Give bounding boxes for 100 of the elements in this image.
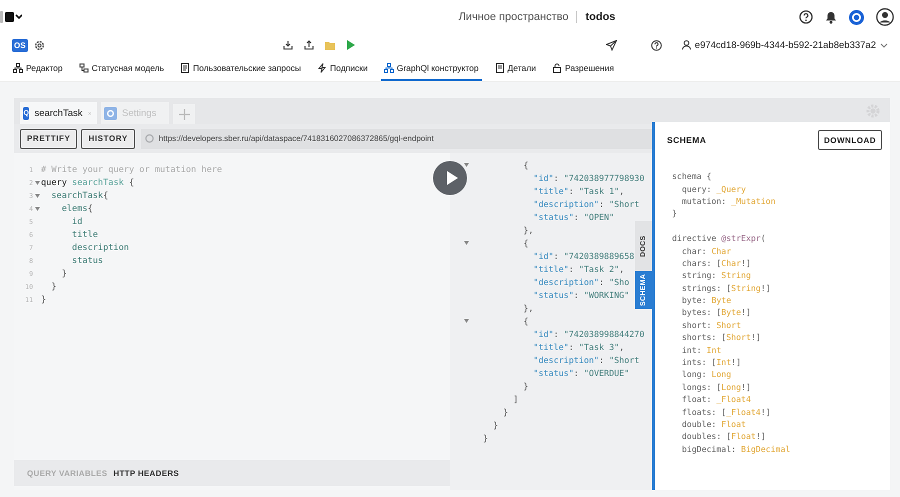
result-line: "description": "Short — [532, 354, 640, 364]
tab-label: searchTask — [34, 108, 83, 118]
result-line: "title": "Task 2", — [532, 264, 624, 274]
result-line: } — [522, 380, 528, 390]
nav-tab[interactable]: Статусная модель — [76, 56, 168, 81]
code-line: } — [50, 282, 57, 292]
schema-line: string: String — [680, 270, 751, 280]
hierarchy-icon — [384, 62, 394, 73]
hierarchy-icon — [13, 62, 23, 73]
workspace-link[interactable]: Личное пространство — [458, 11, 568, 24]
nav-tab[interactable]: Редактор — [10, 56, 66, 81]
schema-line: strings: [String!] — [680, 282, 771, 293]
url-field[interactable]: https://developers.sber.ru/api/dataspace/7418316027086372865/gql-endpoint — [140, 128, 652, 148]
bell-icon[interactable] — [825, 10, 837, 24]
schema-line: longs: [Long!] — [680, 382, 751, 392]
result-line: { — [522, 238, 528, 248]
result-line: "description": "Sho — [532, 276, 630, 286]
schema-line: doubles: [Float!] — [680, 431, 766, 442]
fold-arrow-icon[interactable] — [464, 162, 469, 166]
settings-icon — [104, 106, 117, 120]
schema-line: bytes: [Byte!] — [680, 307, 751, 318]
schema-line: byte: Byte — [680, 295, 732, 306]
schema-line: query: _Query — [680, 184, 746, 194]
result-line: "id": "742038998844270 — [532, 328, 644, 338]
schema-line: short: Short — [680, 320, 742, 330]
result-line: } — [502, 406, 508, 416]
code-line: } — [41, 294, 46, 304]
chevron-down-icon[interactable] — [880, 42, 888, 48]
code-line: searchTask{ — [50, 190, 108, 200]
fold-arrow-icon[interactable] — [34, 206, 40, 210]
avatar-icon[interactable] — [876, 8, 894, 26]
code-line: status — [71, 256, 104, 266]
code-line: description — [71, 242, 129, 252]
result-line: "id": "7420389889658 — [532, 250, 634, 260]
play-icon[interactable] — [346, 40, 355, 50]
help-icon[interactable] — [650, 40, 662, 51]
result-line: "status": "OVERDUE" — [532, 368, 630, 378]
toolbar-button[interactable]: PRETTIFY — [20, 128, 78, 148]
schema-line: schema { — [672, 171, 712, 182]
result-line: "status": "WORKING" — [532, 290, 630, 300]
toolbar-button[interactable]: HISTORY — [81, 128, 135, 148]
code-line: id — [71, 216, 82, 226]
code-line: elems{ — [60, 204, 93, 214]
app-logo-icon[interactable] — [0, 11, 22, 24]
result-line: } — [492, 420, 498, 430]
fold-arrow-icon[interactable] — [464, 240, 469, 244]
schema-line: mutation: _Mutation — [680, 196, 776, 206]
fold-arrow-icon[interactable] — [464, 318, 469, 322]
code-line: # Write your query or mutation here — [41, 164, 222, 174]
result-line: ] — [512, 394, 518, 404]
fold-arrow-icon[interactable] — [34, 180, 40, 184]
result-line: "description": "Short — [532, 198, 640, 208]
panel-title: SCHEMA — [667, 135, 706, 145]
user-icon — [682, 40, 691, 50]
schema-line: char: Char — [680, 246, 732, 256]
nav-tab[interactable]: GraphQl конструктор — [380, 56, 482, 81]
code-line: query searchTask { — [41, 178, 134, 188]
send-icon[interactable] — [606, 40, 617, 51]
schema-line: long: Long — [680, 369, 732, 380]
lock-icon — [552, 62, 562, 73]
result-line: "id": "742038977798930 — [532, 172, 644, 182]
result-line: } — [483, 432, 488, 442]
code-line: title — [71, 230, 98, 240]
schema-line: floats: [_Float4!] — [680, 406, 771, 417]
nav-tab[interactable]: Разрешения — [548, 56, 617, 81]
schema-line: } — [672, 208, 677, 218]
nav-tab[interactable]: Детали — [492, 56, 539, 81]
schema-line: float: _Float4 — [680, 394, 751, 404]
result-line: "title": "Task 1", — [532, 186, 624, 196]
nav-tab[interactable]: Пользовательские запросы — [177, 56, 304, 81]
document-icon — [180, 62, 190, 73]
lightning-icon — [317, 62, 328, 73]
schema-line: int: Int — [680, 344, 722, 355]
code-line: } — [60, 268, 67, 278]
schema-line: double: Float — [680, 419, 746, 429]
play-icon — [446, 171, 458, 185]
schema-line: bigDecimal: BigDecimal — [680, 444, 790, 454]
result-line: "status": "OPEN" — [532, 212, 614, 222]
schema-line: shorts: [Short!] — [680, 332, 761, 342]
nav-tab[interactable]: Подписки — [314, 56, 371, 81]
schema-line: directive @strExpr( — [672, 233, 766, 244]
schema-line: chars: [Char!] — [680, 258, 751, 268]
download-button[interactable]: DOWNLOAD — [818, 130, 882, 150]
spinner-icon — [144, 134, 154, 143]
plus-icon — [178, 108, 190, 120]
schema-line: ints: [Int!] — [680, 357, 742, 368]
project-name: todos — [585, 11, 616, 24]
upload-icon[interactable] — [304, 40, 314, 50]
document-icon — [494, 62, 505, 73]
user-id[interactable]: e974cd18-969b-4344-b592-21ab8eb337a2 — [694, 40, 876, 51]
download-icon[interactable] — [282, 40, 293, 50]
settings-icon[interactable] — [34, 40, 45, 51]
result-line: }, — [522, 224, 534, 234]
fold-arrow-icon[interactable] — [34, 194, 40, 198]
result-line: "title": "Task 3", — [532, 342, 624, 352]
app-badge[interactable]: OS — [12, 38, 28, 52]
result-line: }, — [522, 302, 534, 312]
help-icon[interactable] — [799, 10, 813, 24]
result-line: { — [522, 160, 528, 170]
panel-tab[interactable]: HTTP HEADERS — [113, 468, 180, 478]
